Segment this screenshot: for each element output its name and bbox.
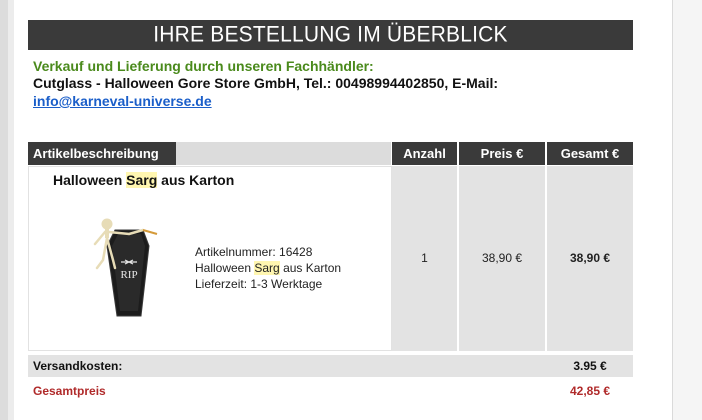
column-header-quantity: Anzahl bbox=[392, 142, 457, 165]
item-quantity: 1 bbox=[421, 251, 428, 265]
article-name-pre: Halloween bbox=[195, 261, 255, 275]
vendor-email-link[interactable]: info@karneval-universe.de bbox=[33, 93, 212, 109]
coffin-skeleton-icon: RIP bbox=[93, 218, 158, 317]
article-name-post: aus Karton bbox=[279, 261, 342, 275]
delivery-time: Lieferzeit: 1-3 Werktage bbox=[195, 277, 323, 291]
vendor-title: Verkauf und Lieferung durch unseren Fach… bbox=[33, 58, 374, 74]
header-spacer bbox=[176, 142, 391, 165]
shipping-value: 3.95 € bbox=[573, 359, 607, 373]
column-header-price: Preis € bbox=[459, 142, 545, 165]
item-unit-price: 38,90 € bbox=[481, 251, 523, 265]
column-header-total: Gesamt € bbox=[547, 142, 633, 165]
product-title[interactable]: Halloween Sarg aus Karton bbox=[53, 172, 234, 188]
product-title-highlight: Sarg bbox=[126, 172, 158, 188]
vendor-info: Cutglass - Halloween Gore Store GmbH, Te… bbox=[33, 75, 499, 91]
right-rail bbox=[673, 0, 702, 420]
order-summary-banner: IHRE BESTELLUNG IM ÜBERBLICK bbox=[28, 20, 633, 50]
article-number: Artikelnummer: 16428 bbox=[195, 245, 313, 259]
coffin-skeleton-image[interactable]: RIP bbox=[85, 208, 190, 326]
item-total-price: 38,90 € bbox=[569, 251, 611, 265]
banner-title: IHRE BESTELLUNG IM ÜBERBLICK bbox=[153, 22, 508, 47]
svg-text:RIP: RIP bbox=[120, 269, 137, 281]
article-name-highlight: Sarg bbox=[254, 261, 280, 275]
product-title-pre: Halloween bbox=[53, 172, 127, 188]
grand-total-value: 42,85 € bbox=[569, 384, 611, 398]
shipping-label: Versandkosten: bbox=[33, 359, 123, 373]
column-header-description: Artikelbeschreibung bbox=[28, 142, 176, 165]
grand-total-label: Gesamtpreis bbox=[33, 384, 106, 398]
product-title-post: aus Karton bbox=[157, 172, 235, 188]
article-name: Halloween Sarg aus Karton bbox=[195, 261, 341, 275]
left-rail bbox=[0, 0, 8, 420]
